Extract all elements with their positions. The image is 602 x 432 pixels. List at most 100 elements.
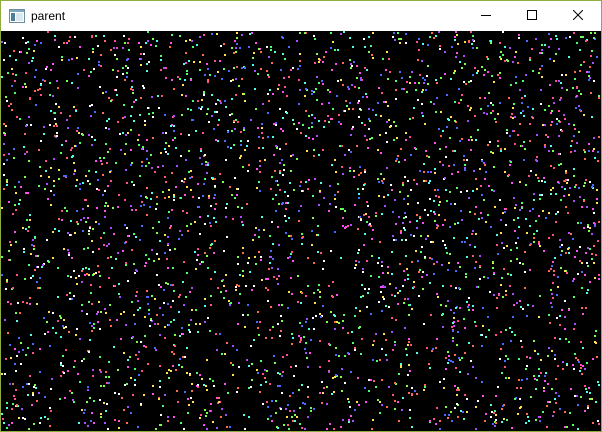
particle <box>275 122 277 124</box>
particle <box>303 336 305 338</box>
particle <box>253 339 255 341</box>
particle <box>313 292 315 294</box>
particle <box>476 47 478 49</box>
particle <box>189 291 191 293</box>
particle <box>464 394 466 396</box>
particle <box>138 42 140 44</box>
particle <box>239 47 241 49</box>
particle <box>526 232 528 234</box>
particle <box>387 194 389 196</box>
particle <box>380 115 382 117</box>
particle <box>312 317 314 319</box>
particle <box>589 66 591 68</box>
particle <box>84 199 86 201</box>
particle <box>547 136 549 138</box>
particle <box>145 346 147 348</box>
close-button[interactable] <box>555 1 601 31</box>
particle <box>64 207 66 209</box>
particle <box>481 217 483 219</box>
particle <box>375 212 377 214</box>
particle <box>1 76 3 78</box>
particle <box>494 206 496 208</box>
particle <box>18 351 20 353</box>
particle <box>130 115 132 117</box>
particle <box>454 385 456 387</box>
particle <box>25 125 27 127</box>
particle <box>539 245 541 247</box>
particle <box>449 226 451 228</box>
particle <box>165 67 167 69</box>
particle <box>360 77 362 79</box>
particle <box>588 75 590 77</box>
particle <box>468 309 470 311</box>
particle <box>68 40 70 42</box>
particle <box>494 410 496 412</box>
particle <box>594 32 596 34</box>
particle <box>14 348 16 350</box>
particle <box>467 306 469 308</box>
particle <box>1 274 3 276</box>
particle <box>551 265 553 267</box>
particle <box>44 333 46 335</box>
particle <box>356 145 358 147</box>
title-bar[interactable]: parent <box>1 1 601 31</box>
particle <box>258 251 260 253</box>
particle <box>250 119 252 121</box>
particle <box>85 267 87 269</box>
particle <box>399 290 401 292</box>
particle <box>464 352 466 354</box>
particle <box>407 298 409 300</box>
particle <box>405 33 407 35</box>
particle <box>402 182 404 184</box>
particle <box>565 179 567 181</box>
particle <box>574 78 576 80</box>
particle <box>184 356 186 358</box>
particle <box>565 37 567 39</box>
particle <box>99 286 101 288</box>
particle <box>266 370 268 372</box>
particle <box>91 104 93 106</box>
particle <box>561 244 563 246</box>
particle <box>435 347 437 349</box>
particle <box>107 428 109 430</box>
particle <box>299 53 301 55</box>
maximize-button[interactable] <box>509 1 555 31</box>
particle <box>534 378 536 380</box>
particle <box>235 47 237 49</box>
particle <box>248 365 250 367</box>
particle <box>438 31 440 33</box>
particle <box>142 85 144 87</box>
particle <box>206 63 208 65</box>
particle <box>186 73 188 75</box>
particle <box>232 79 234 81</box>
particle <box>217 99 219 101</box>
particle <box>483 162 485 164</box>
particle <box>555 392 557 394</box>
particle <box>167 283 169 285</box>
particle <box>32 352 34 354</box>
particle <box>544 146 546 148</box>
particle <box>361 338 363 340</box>
particle <box>14 92 16 94</box>
particle <box>281 304 283 306</box>
particle <box>166 372 168 374</box>
particle <box>405 255 407 257</box>
particle <box>443 378 445 380</box>
particle <box>203 384 205 386</box>
minimize-button[interactable] <box>463 1 509 31</box>
particle <box>304 348 306 350</box>
particle <box>597 160 599 162</box>
particle <box>349 406 351 408</box>
particle <box>545 217 547 219</box>
particle <box>273 123 275 125</box>
particle <box>517 413 519 415</box>
particle <box>230 147 232 149</box>
particle <box>152 116 154 118</box>
particle <box>173 319 175 321</box>
particle <box>221 280 223 282</box>
particle-canvas[interactable] <box>1 31 601 431</box>
particle <box>259 171 261 173</box>
particle <box>118 393 120 395</box>
particle <box>455 270 457 272</box>
particle <box>296 416 298 418</box>
